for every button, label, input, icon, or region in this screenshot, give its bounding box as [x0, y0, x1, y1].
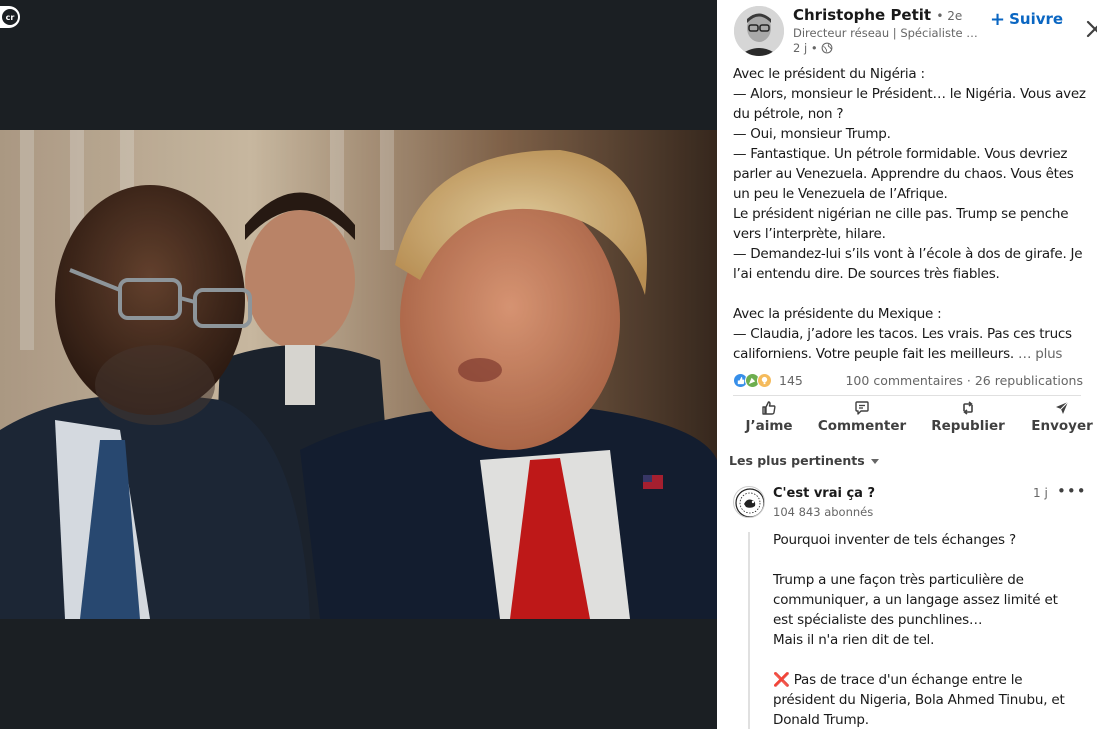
cross-mark-icon: ❌ [773, 672, 790, 688]
globe-icon [821, 42, 833, 54]
comment-paragraph: Trump a une façon très particulière de c… [773, 572, 1058, 648]
repost-icon [963, 401, 973, 415]
see-more-link[interactable]: … plus [1018, 346, 1062, 362]
commenter-name[interactable]: C'est vrai ça ? [773, 486, 875, 501]
media-viewer: cr [0, 0, 717, 729]
sort-label: Les plus pertinents [729, 453, 865, 468]
like-icon [762, 401, 776, 415]
divider [733, 395, 1081, 396]
post-header: Christophe Petit • 2e Directeur réseau |… [734, 6, 1097, 62]
post-time: 2 j • [793, 41, 818, 55]
social-counts: 145 100 commentaires · 26 republications [733, 370, 1083, 390]
connection-degree: • 2e [936, 9, 963, 23]
reaction-icons[interactable] [733, 372, 772, 388]
send-label: Envoyer [1031, 418, 1093, 434]
post-actions: J’aime Commenter Republier Envoyer [717, 400, 1097, 444]
commenter-logo-icon [735, 488, 764, 517]
send-button[interactable]: Envoyer [1017, 400, 1097, 434]
caret-down-icon [870, 458, 879, 464]
comment-options-button[interactable]: ••• [1057, 482, 1087, 500]
engagement-counts: 100 commentaires · 26 republications [845, 372, 1083, 388]
author-name[interactable]: Christophe Petit • 2e [793, 6, 962, 24]
post-detail-panel: Christophe Petit • 2e Directeur réseau |… [717, 0, 1097, 729]
reposts-count[interactable]: 26 republications [975, 373, 1083, 388]
reaction-count[interactable]: 145 [779, 373, 803, 388]
plus-icon: + [990, 8, 1006, 30]
post-meta: 2 j • [793, 41, 833, 55]
repost-label: Republier [931, 418, 1005, 434]
post-image [0, 130, 717, 619]
send-icon [1056, 401, 1069, 414]
follow-button[interactable]: + Suivre [990, 10, 1063, 28]
author-avatar[interactable] [734, 6, 784, 56]
author-avatar-image [734, 6, 784, 56]
like-label: J’aime [745, 418, 793, 434]
like-button[interactable]: J’aime [724, 400, 814, 434]
comment-time: 1 j [1033, 486, 1048, 500]
comment-paragraph: Pourquoi inventer de tels échanges ? [773, 532, 1016, 548]
comment-paragraph: ❌ Pas de trace d'un échange entre le pré… [773, 672, 1069, 728]
comment-label: Commenter [817, 418, 907, 434]
comments-count[interactable]: 100 commentaires [845, 373, 962, 388]
author-headline: Directeur réseau | Spécialiste fra… [793, 26, 981, 40]
comment-thread-line [748, 532, 750, 729]
insightful-reaction-icon [757, 372, 772, 388]
comments-sort-dropdown[interactable]: Les plus pertinents [729, 453, 881, 468]
comment-body: Pourquoi inventer de tels échanges ? Tru… [773, 530, 1073, 729]
content-credentials-badge[interactable]: cr [0, 6, 20, 28]
post-image-illustration [0, 130, 717, 619]
comment-icon [855, 401, 869, 415]
commenter-followers: 104 843 abonnés [773, 505, 874, 519]
commenter-avatar[interactable] [733, 486, 765, 518]
post-text-content: Avec le président du Nigéria : — Alors, … [733, 66, 1086, 362]
close-icon[interactable] [1084, 18, 1097, 40]
repost-button[interactable]: Republier [923, 400, 1013, 434]
follow-label: Suivre [1009, 10, 1064, 28]
comment-button[interactable]: Commenter [817, 400, 907, 434]
post-body: Avec le président du Nigéria : — Alors, … [733, 64, 1087, 364]
